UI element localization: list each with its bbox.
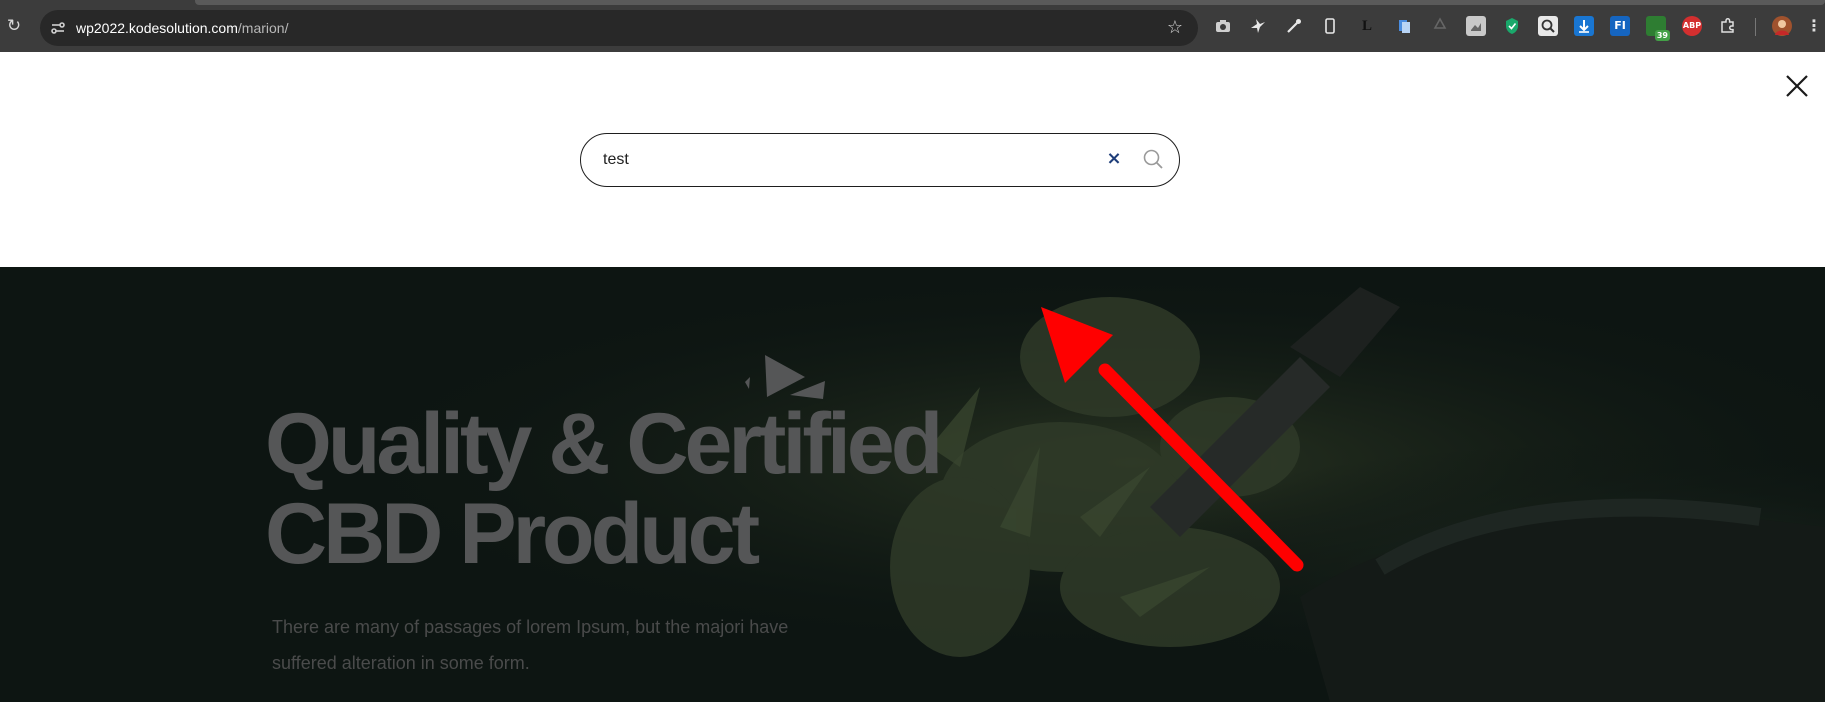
reload-icon[interactable]: ↻ xyxy=(4,16,24,36)
hero-title-line1: Quality & Certified xyxy=(265,396,943,492)
bird-extension-icon[interactable] xyxy=(1248,16,1268,36)
browser-menu-icon[interactable]: ⋮ xyxy=(1806,16,1822,36)
extensions-puzzle-icon[interactable] xyxy=(1718,16,1738,36)
search-overlay: × xyxy=(0,52,1825,267)
close-icon[interactable] xyxy=(1783,72,1811,100)
url-host: wp2022.kodesolution.com xyxy=(76,20,238,36)
camera-extension-icon[interactable] xyxy=(1213,16,1233,36)
color-picker-extension-icon[interactable] xyxy=(1284,16,1304,36)
toolbar-divider xyxy=(1755,18,1756,36)
document-extension-icon[interactable] xyxy=(1394,16,1414,36)
tab-strip-edge xyxy=(195,0,1825,5)
url-text[interactable]: wp2022.kodesolution.com/marion/ xyxy=(76,10,288,46)
search-box: × xyxy=(580,133,1180,187)
site-info-icon[interactable] xyxy=(48,18,68,38)
shield-extension-icon[interactable] xyxy=(1502,16,1522,36)
recycle-extension-icon[interactable] xyxy=(1430,16,1450,36)
download-extension-icon[interactable] xyxy=(1574,16,1594,36)
page-content: × xyxy=(0,52,1825,702)
address-bar[interactable]: wp2022.kodesolution.com/marion/ ☆ xyxy=(40,10,1198,46)
search-icon[interactable] xyxy=(1141,147,1165,171)
adblock-extension-icon[interactable]: ABP xyxy=(1682,16,1702,36)
fi-extension-icon[interactable]: FI xyxy=(1610,16,1630,36)
profile-avatar[interactable] xyxy=(1772,16,1792,36)
mobile-view-extension-icon[interactable] xyxy=(1320,16,1340,36)
hero-section: Quality & Certified CBD Product There ar… xyxy=(0,267,1825,702)
l-extension-icon[interactable]: L xyxy=(1357,16,1377,36)
red-annotation-arrow xyxy=(1041,307,1304,572)
search-input[interactable] xyxy=(603,134,1083,185)
zoom-extension-icon[interactable] xyxy=(1538,16,1558,36)
hero-description: There are many of passages of lorem Ipsu… xyxy=(272,617,789,673)
url-path: /marion/ xyxy=(237,20,289,36)
hero-title: Quality & Certified CBD Product xyxy=(265,396,943,582)
hero-title-line2: CBD Product xyxy=(265,486,760,582)
bookmark-star-icon[interactable]: ☆ xyxy=(1164,17,1186,39)
extension-badge: 39 xyxy=(1654,30,1670,41)
calendar-extension-icon[interactable]: 39 xyxy=(1646,16,1670,41)
browser-toolbar: ↻ wp2022.kodesolution.com/marion/ ☆ L FI… xyxy=(0,0,1825,52)
screenshot-extension-icon[interactable] xyxy=(1466,16,1486,36)
clear-icon[interactable]: × xyxy=(1103,148,1125,170)
